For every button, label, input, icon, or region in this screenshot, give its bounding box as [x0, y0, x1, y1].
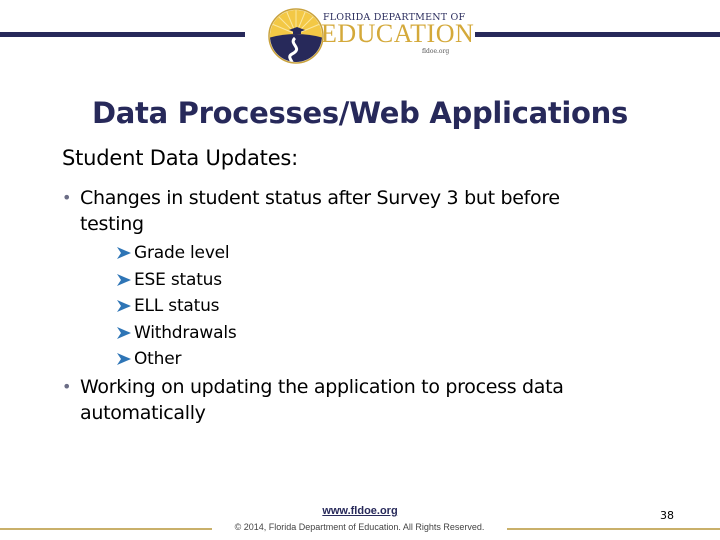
bullet-dot-icon: •	[62, 188, 72, 207]
logo-url: fldoe.org	[422, 48, 450, 55]
sub-bullet-item: Grade level	[116, 240, 237, 267]
slide-title: Data Processes/Web Applications	[92, 96, 628, 130]
copyright-notice: © 2014, Florida Department of Education.…	[234, 522, 485, 532]
sub-bullet-item: ELL status	[116, 293, 237, 320]
sub-bullet-item: Withdrawals	[116, 320, 237, 347]
slide-subtitle: Student Data Updates:	[62, 146, 299, 170]
bullet-text: Working on updating the application to p…	[80, 376, 564, 424]
footer-divider-left	[0, 528, 212, 530]
fldoe-website-link[interactable]: www.fldoe.org	[0, 505, 720, 517]
sub-bullet-item: ESE status	[116, 267, 237, 294]
sub-bullet-text: ESE status	[134, 269, 222, 290]
header-bar-left	[0, 32, 245, 37]
fldoe-logo: FLORIDA DEPARTMENT OF EDUCATION fldoe.or…	[266, 6, 474, 66]
bullet-dot-icon: •	[62, 377, 72, 396]
logo-education: EDUCATION	[321, 19, 475, 48]
arrowhead-icon	[117, 353, 131, 366]
page-number: 38	[660, 509, 674, 522]
sub-bullet-item: Other	[116, 346, 237, 373]
bullet-item: • Working on updating the application to…	[62, 374, 622, 426]
sub-bullet-text: Other	[134, 349, 182, 370]
sub-bullet-text: Withdrawals	[134, 322, 237, 343]
arrowhead-icon	[117, 326, 131, 339]
bullet-item: • Changes in student status after Survey…	[62, 185, 622, 237]
header-bar-right	[475, 32, 720, 37]
footer-divider-right	[507, 528, 720, 530]
sub-bullet-text: Grade level	[134, 243, 230, 264]
sub-bullet-list: Grade level ESE status ELL status Withdr…	[116, 240, 237, 373]
bullet-text: Changes in student status after Survey 3…	[80, 187, 560, 235]
arrowhead-icon	[117, 247, 131, 260]
fldoe-emblem-icon	[268, 8, 324, 64]
sub-bullet-text: ELL status	[134, 296, 220, 317]
arrowhead-icon	[117, 273, 131, 286]
arrowhead-icon	[117, 300, 131, 313]
